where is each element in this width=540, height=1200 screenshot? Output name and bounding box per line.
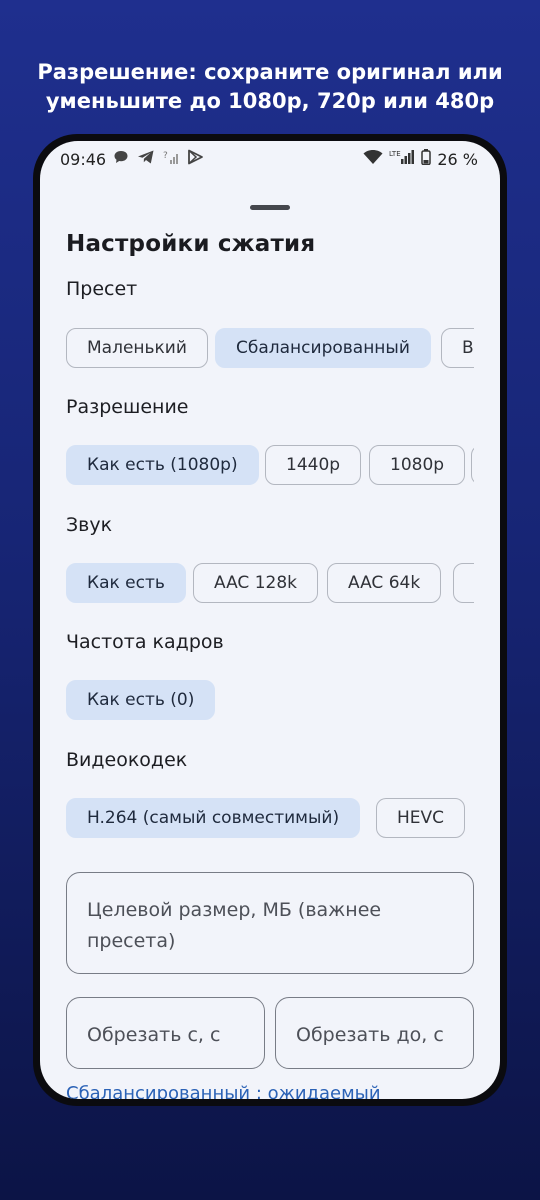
play-store-icon (187, 149, 205, 169)
battery-percent: 26 % (437, 149, 478, 169)
chip-preset-next[interactable]: В (441, 328, 474, 368)
wifi-calling-icon: ? (163, 149, 179, 169)
chip-resolution-1440p[interactable]: 1440p (265, 445, 362, 485)
resolution-label: Разрешение (66, 396, 189, 418)
headline-line-1: Разрешение: сохраните оригинал или (37, 60, 503, 84)
status-time: 09:46 (60, 150, 107, 169)
preset-chips[interactable]: Маленький Сбалансированный В (66, 328, 474, 370)
chip-framerate-original[interactable]: Как есть (0) (66, 680, 216, 720)
trim-from-field[interactable]: Обрезать с, с (66, 997, 265, 1069)
notification-icons: ? (113, 149, 205, 169)
status-bar: 09:46 ? LTE 26 % (40, 141, 500, 177)
message-icon (113, 149, 129, 169)
system-icons: LTE 26 % (363, 149, 478, 169)
phone-screen: 09:46 ? LTE 26 % Настройки сжатия Пресет… (40, 141, 500, 1099)
codec-label: Видеокодек (66, 749, 188, 771)
battery-icon (421, 149, 432, 169)
chip-codec-hevc[interactable]: HEVC (376, 798, 466, 838)
chip-codec-h264[interactable]: H.264 (самый совместимый) (66, 798, 361, 838)
audio-chips[interactable]: Как есть AAC 128k AAC 64k (66, 563, 474, 605)
drag-handle[interactable] (250, 205, 290, 210)
sheet-title: Настройки сжатия (66, 231, 316, 257)
trim-to-placeholder: Обрезать до, с (296, 1024, 444, 1046)
estimate-summary: Сбалансированный : ожидаемый (66, 1083, 381, 1099)
promo-headline: Разрешение: сохраните оригинал или умень… (0, 58, 540, 116)
chip-resolution-original[interactable]: Как есть (1080p) (66, 445, 259, 485)
svg-text:?: ? (163, 151, 168, 161)
chip-audio-original[interactable]: Как есть (66, 563, 186, 603)
target-size-field[interactable]: Целевой размер, МБ (важнее пресета) (66, 872, 474, 974)
network-type-label: LTE (389, 150, 401, 158)
trim-from-placeholder: Обрезать с, с (87, 1024, 221, 1046)
framerate-chips[interactable]: Как есть (0) (66, 680, 474, 722)
resolution-chips[interactable]: Как есть (1080p) 1440p 1080p (66, 445, 474, 487)
chip-preset-small[interactable]: Маленький (66, 328, 208, 368)
target-size-placeholder: Целевой размер, МБ (важнее пресета) (87, 899, 382, 952)
chip-preset-balanced[interactable]: Сбалансированный (215, 328, 431, 368)
trim-to-field[interactable]: Обрезать до, с (275, 997, 474, 1069)
codec-chips[interactable]: H.264 (самый совместимый) HEVC (66, 798, 474, 840)
chip-resolution-1080p[interactable]: 1080p (369, 445, 466, 485)
wifi-icon (363, 149, 383, 169)
headline-line-2: уменьшите до 1080p, 720p или 480p (45, 89, 495, 113)
chip-audio-aac128[interactable]: AAC 128k (193, 563, 318, 603)
preset-label: Пресет (66, 278, 138, 300)
chip-audio-aac64[interactable]: AAC 64k (327, 563, 442, 603)
audio-label: Звук (66, 514, 113, 536)
framerate-label: Частота кадров (66, 631, 224, 653)
chip-audio-more[interactable] (453, 563, 474, 603)
signal-icon: LTE (389, 149, 415, 169)
chip-resolution-more[interactable] (471, 445, 474, 485)
telegram-icon (137, 149, 155, 169)
